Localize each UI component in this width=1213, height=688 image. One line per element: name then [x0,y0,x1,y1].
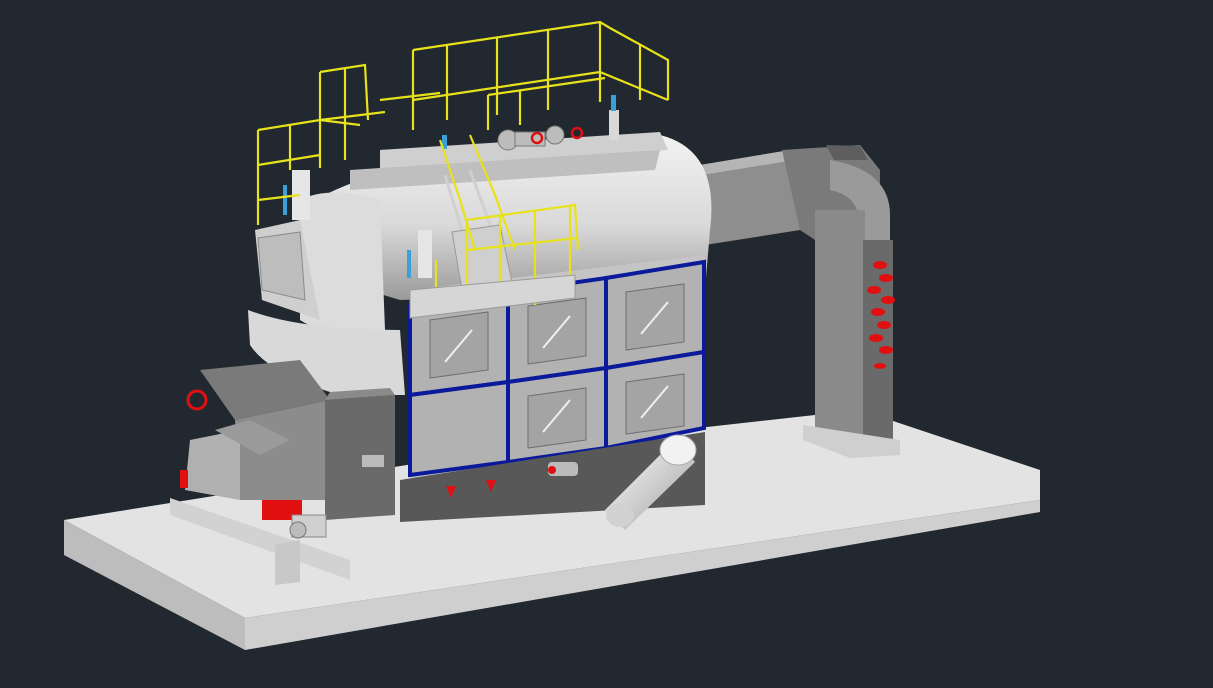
blower-icon [289,514,327,539]
economizer-stack [803,210,900,458]
gauge-icon [283,185,287,215]
boiler-3d-model-icon [64,20,1040,650]
cad-viewport[interactable] [0,0,1213,688]
